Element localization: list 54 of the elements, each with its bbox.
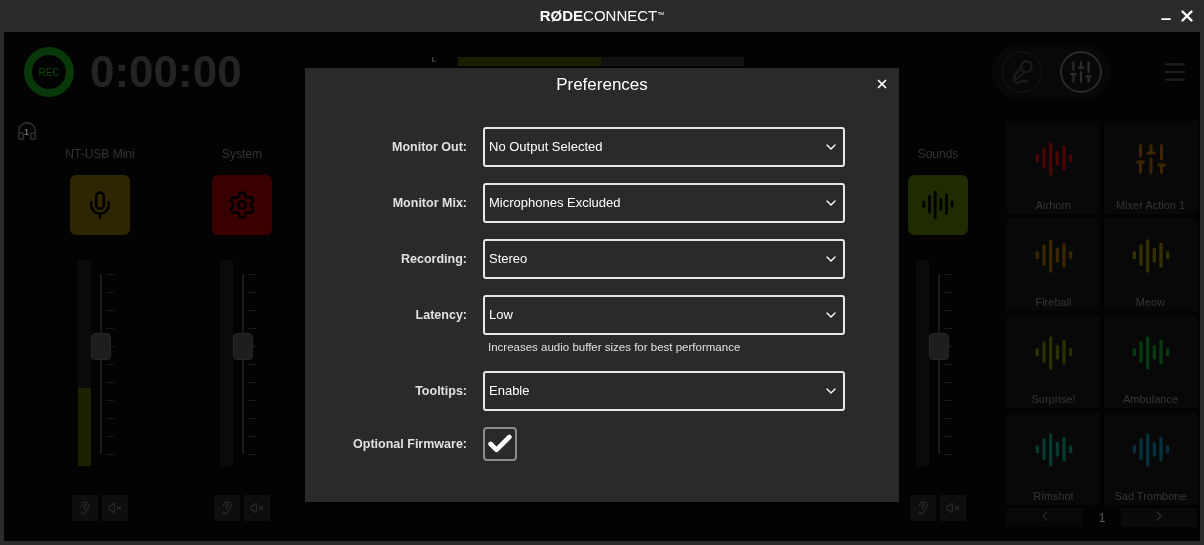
listen-button[interactable] — [910, 495, 936, 521]
sound-wave-icon — [1130, 333, 1171, 373]
record-button[interactable]: REC — [24, 47, 74, 97]
app-logo: RØDECONNECT$^{™}$ — [539, 5, 665, 26]
field-label: Latency: — [414, 307, 467, 324]
mute-icon — [946, 501, 960, 515]
next-page-button[interactable] — [1121, 508, 1197, 527]
mode-button[interactable] — [1059, 51, 1102, 93]
channel-tile[interactable] — [70, 175, 130, 235]
meter-label: L — [431, 54, 437, 66]
dropdown[interactable]: Low — [483, 295, 845, 335]
field-label: Recording: — [400, 251, 467, 268]
ear-icon — [916, 501, 930, 515]
field-label: Optional Firmware: — [352, 436, 467, 453]
fader-thumb[interactable] — [233, 333, 253, 360]
channel-tile[interactable] — [908, 175, 968, 235]
dropdown[interactable]: Enable — [483, 371, 845, 411]
ear-icon — [78, 501, 92, 515]
field-label: Monitor Mix: — [391, 195, 467, 212]
mixer-icon — [1067, 59, 1094, 85]
close-button[interactable] — [875, 77, 889, 91]
previous-page-button[interactable] — [1007, 508, 1083, 527]
page-number: 1 — [1097, 509, 1107, 527]
sound-wave-icon — [1130, 236, 1171, 276]
dropdown[interactable]: Stereo — [483, 239, 845, 279]
mute-button[interactable] — [244, 495, 270, 521]
settings-icon — [227, 190, 257, 220]
field-label: Monitor Out: — [391, 139, 467, 156]
field-label: Tooltips: — [414, 383, 467, 400]
sound-wave-icon — [1033, 333, 1074, 373]
sound-wave-icon — [921, 188, 955, 222]
mute-button[interactable] — [940, 495, 966, 521]
checkbox[interactable] — [483, 427, 517, 461]
dropdown[interactable]: No Output Selected — [483, 127, 845, 167]
headphones-icon — [16, 120, 38, 142]
mode-button[interactable] — [1000, 51, 1043, 93]
listen-button[interactable] — [214, 495, 240, 521]
mute-icon — [250, 501, 264, 515]
fader-thumb[interactable] — [91, 333, 111, 360]
sound-wave-icon — [1033, 139, 1074, 179]
sound-wave-icon — [1130, 430, 1171, 470]
sound-wave-icon — [1033, 430, 1074, 470]
sound-wave-icon — [1033, 236, 1074, 276]
listen-button[interactable] — [72, 495, 98, 521]
mute-button[interactable] — [102, 495, 128, 521]
close-icon — [1178, 7, 1196, 25]
dialog-title: Preferences — [556, 74, 648, 97]
ear-icon — [220, 501, 234, 515]
mute-icon — [108, 501, 122, 515]
fader-thumb[interactable] — [929, 333, 949, 360]
dropdown[interactable]: Microphones Excluded — [483, 183, 845, 223]
hint-text: Increases audio buffer sizes for best performance — [488, 340, 742, 355]
monitor-number: 1 — [24, 126, 29, 139]
channel-tile[interactable] — [212, 175, 272, 235]
